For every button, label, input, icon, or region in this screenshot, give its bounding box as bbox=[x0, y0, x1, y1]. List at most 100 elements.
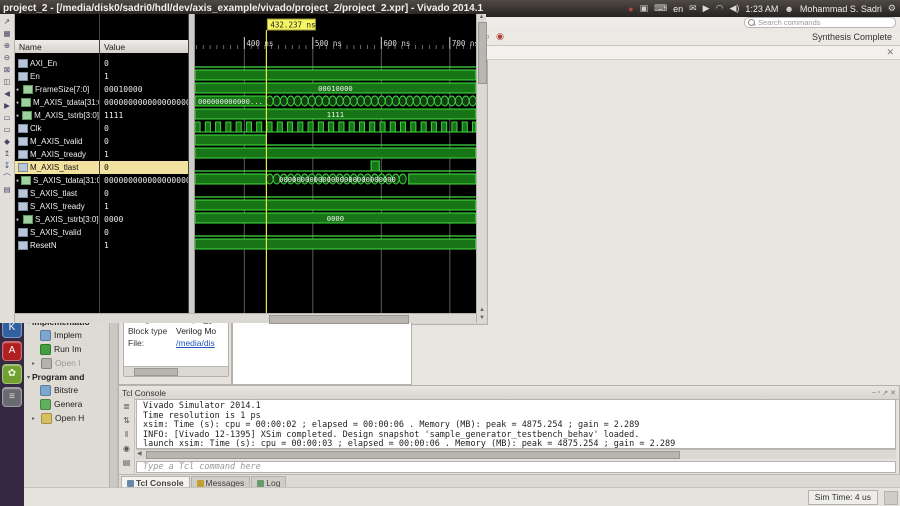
language-indicator[interactable]: en bbox=[673, 4, 683, 14]
wave-signal-name[interactable]: ResetN bbox=[15, 239, 99, 252]
wave-signal-name[interactable]: ● FrameSize[7:0] bbox=[15, 83, 99, 96]
tcl-command-input[interactable]: Type a Tcl command here bbox=[136, 461, 896, 473]
wave-zoom-in-icon[interactable]: ⊕ bbox=[2, 40, 13, 51]
wave-signal-value[interactable]: 1111 bbox=[100, 109, 188, 122]
banner-close-icon[interactable]: ✕ bbox=[886, 47, 894, 58]
mail-icon[interactable]: ✉ bbox=[689, 3, 697, 14]
wave-go-start-icon[interactable]: ◆ bbox=[2, 136, 13, 147]
wave-signal-value[interactable]: 1 bbox=[100, 239, 188, 252]
search-input[interactable]: Search commands bbox=[744, 17, 896, 28]
wave-signal-name[interactable]: ● S_AXIS_tstrb[3:0] bbox=[15, 213, 99, 226]
flow-section[interactable]: ▾ Program and bbox=[24, 370, 117, 383]
flow-item[interactable]: ▸ Open I bbox=[24, 356, 117, 370]
property-value[interactable]: /media/dis bbox=[176, 338, 215, 348]
volume-icon[interactable]: ◀) bbox=[729, 3, 739, 14]
tcl-console-panel: Tcl Console – ▫ ↗ ✕ ≣ ⇅ ‖ ◉ ▤ Vivado Simulator … bbox=[118, 385, 900, 489]
wave-signal-value[interactable]: 00000000000000000000000000000000 bbox=[100, 174, 188, 187]
wave-signal-name[interactable]: S_AXIS_tvalid bbox=[15, 226, 99, 239]
simprops-hscrollbar[interactable] bbox=[124, 366, 228, 376]
wave-vscrollbar[interactable]: ▲ ▲ ▼ bbox=[476, 14, 487, 323]
wave-edge-up-icon[interactable]: ↥ bbox=[2, 148, 13, 159]
bus-expander-icon[interactable]: ● bbox=[16, 113, 20, 119]
wave-zoom-cursor-icon[interactable]: ◫ bbox=[2, 76, 13, 87]
green-app-icon[interactable]: ✿ bbox=[2, 364, 22, 384]
wave-signal-value[interactable]: 1 bbox=[100, 200, 188, 213]
flow-item[interactable]: ▸ Open H bbox=[24, 411, 117, 425]
notification-dot-icon[interactable]: ● bbox=[628, 4, 633, 14]
wave-signal-value[interactable]: 0 bbox=[100, 122, 188, 135]
expander-icon[interactable]: ▸ bbox=[32, 415, 38, 422]
tcl-copy-icon[interactable]: ▤ bbox=[121, 457, 132, 468]
resize-grip[interactable] bbox=[884, 491, 898, 505]
flow-item[interactable]: Bitstre bbox=[24, 383, 117, 397]
wave-swap-icon[interactable]: ▭ bbox=[2, 124, 13, 135]
wave-name-header[interactable]: Name bbox=[15, 40, 99, 53]
workspace-icon[interactable]: ▣ bbox=[640, 3, 649, 14]
keyboard-icon[interactable]: ⌨ bbox=[654, 3, 667, 14]
maximize-icon[interactable]: ▫ bbox=[878, 389, 880, 397]
acrobat-reader-icon[interactable]: A bbox=[2, 341, 22, 361]
help-icon[interactable]: ◉ bbox=[494, 30, 507, 43]
wave-signal-value[interactable]: 0 bbox=[100, 57, 188, 70]
media-player-icon[interactable]: ▶ bbox=[703, 3, 710, 14]
tcl-hscrollbar[interactable]: ◀ bbox=[136, 449, 896, 459]
wave-signal-value[interactable]: 0000 bbox=[100, 213, 188, 226]
bus-expander-icon[interactable]: ● bbox=[16, 100, 19, 106]
close-icon[interactable]: ✕ bbox=[890, 389, 896, 397]
wave-signal-value[interactable]: 00000000000000000000000000000000 bbox=[100, 96, 188, 109]
wave-signal-value[interactable]: 0 bbox=[100, 226, 188, 239]
waveform-canvas[interactable]: 400 ns500 ns600 ns700 ns0001000000000000… bbox=[195, 14, 476, 313]
wave-value-header[interactable]: Value bbox=[100, 40, 188, 53]
wave-undock-icon[interactable]: ↗ bbox=[2, 16, 13, 27]
wave-signal-value[interactable]: 0 bbox=[100, 187, 188, 200]
tcl-watch-icon[interactable]: ◉ bbox=[121, 443, 132, 454]
wave-next-transition-icon[interactable]: ▶ bbox=[2, 100, 13, 111]
tcl-scroll-icon[interactable]: ≣ bbox=[121, 401, 132, 412]
wave-prev-transition-icon[interactable]: ◀ bbox=[2, 88, 13, 99]
flow-item[interactable]: Genera bbox=[24, 397, 117, 411]
wave-signal-name[interactable]: S_AXIS_tready bbox=[15, 200, 99, 213]
wave-signal-value[interactable]: 1 bbox=[100, 70, 188, 83]
wave-grid-icon[interactable]: ▤ bbox=[2, 184, 13, 195]
user-name[interactable]: Mohammad S. Sadri bbox=[800, 4, 882, 14]
session-gear-icon[interactable]: ⚙ bbox=[888, 3, 896, 14]
tcl-updown-icon[interactable]: ⇅ bbox=[121, 415, 132, 426]
bus-expander-icon[interactable]: ● bbox=[16, 87, 21, 93]
minimize-icon[interactable]: – bbox=[872, 389, 876, 397]
wave-add-marker-icon[interactable]: ▭ bbox=[2, 112, 13, 123]
wave-measure-icon[interactable]: ⌒ bbox=[2, 172, 13, 183]
wave-zoom-out-icon[interactable]: ⊖ bbox=[2, 52, 13, 63]
tcl-pause-icon[interactable]: ‖ bbox=[121, 429, 132, 440]
wave-signal-name[interactable]: ● M_AXIS_tdata[31:0] bbox=[15, 96, 99, 109]
signal-name: En bbox=[30, 72, 40, 81]
wave-signal-name[interactable]: En bbox=[15, 70, 99, 83]
wave-signal-value[interactable]: 1 bbox=[100, 148, 188, 161]
scalar-signal-icon bbox=[18, 59, 28, 68]
hidden-app-icon[interactable]: ≡ bbox=[2, 387, 22, 407]
wave-save-icon[interactable]: ▦ bbox=[2, 28, 13, 39]
flow-item[interactable]: Run Im bbox=[24, 342, 117, 356]
wifi-icon[interactable]: ◠ bbox=[716, 3, 724, 14]
wave-signal-value[interactable]: 0 bbox=[100, 161, 188, 174]
svg-text:0000: 0000 bbox=[327, 214, 344, 223]
wave-signal-name[interactable]: ● M_AXIS_tstrb[3:0] bbox=[15, 109, 99, 122]
expander-icon[interactable]: ▸ bbox=[32, 360, 38, 367]
wave-signal-name[interactable]: Clk bbox=[15, 122, 99, 135]
wave-edge-down-icon[interactable]: ↧ bbox=[2, 160, 13, 171]
bus-expander-icon[interactable]: ● bbox=[16, 217, 21, 223]
bus-expander-icon[interactable]: ● bbox=[16, 178, 19, 184]
wave-zoom-fit-icon[interactable]: ⊠ bbox=[2, 64, 13, 75]
wave-signal-name[interactable]: M_AXIS_tready bbox=[15, 148, 99, 161]
wave-signal-name[interactable]: ● S_AXIS_tdata[31:0] bbox=[15, 174, 99, 187]
scalar-signal-icon bbox=[18, 72, 28, 81]
wave-hscrollbar[interactable] bbox=[15, 313, 476, 324]
flow-item[interactable]: Implem bbox=[24, 328, 117, 342]
float-icon[interactable]: ↗ bbox=[882, 389, 888, 397]
wave-signal-value[interactable]: 00010000 bbox=[100, 83, 188, 96]
tcl-output[interactable]: Vivado Simulator 2014.1 Time resolution i… bbox=[136, 399, 896, 449]
wave-signal-name[interactable]: AXI_En bbox=[15, 57, 99, 70]
wave-signal-name[interactable]: S_AXIS_tlast bbox=[15, 187, 99, 200]
wave-signal-name[interactable]: M_AXIS_tvalid bbox=[15, 135, 99, 148]
wave-signal-value[interactable]: 0 bbox=[100, 135, 188, 148]
wave-signal-name[interactable]: M_AXIS_tlast bbox=[15, 161, 99, 174]
